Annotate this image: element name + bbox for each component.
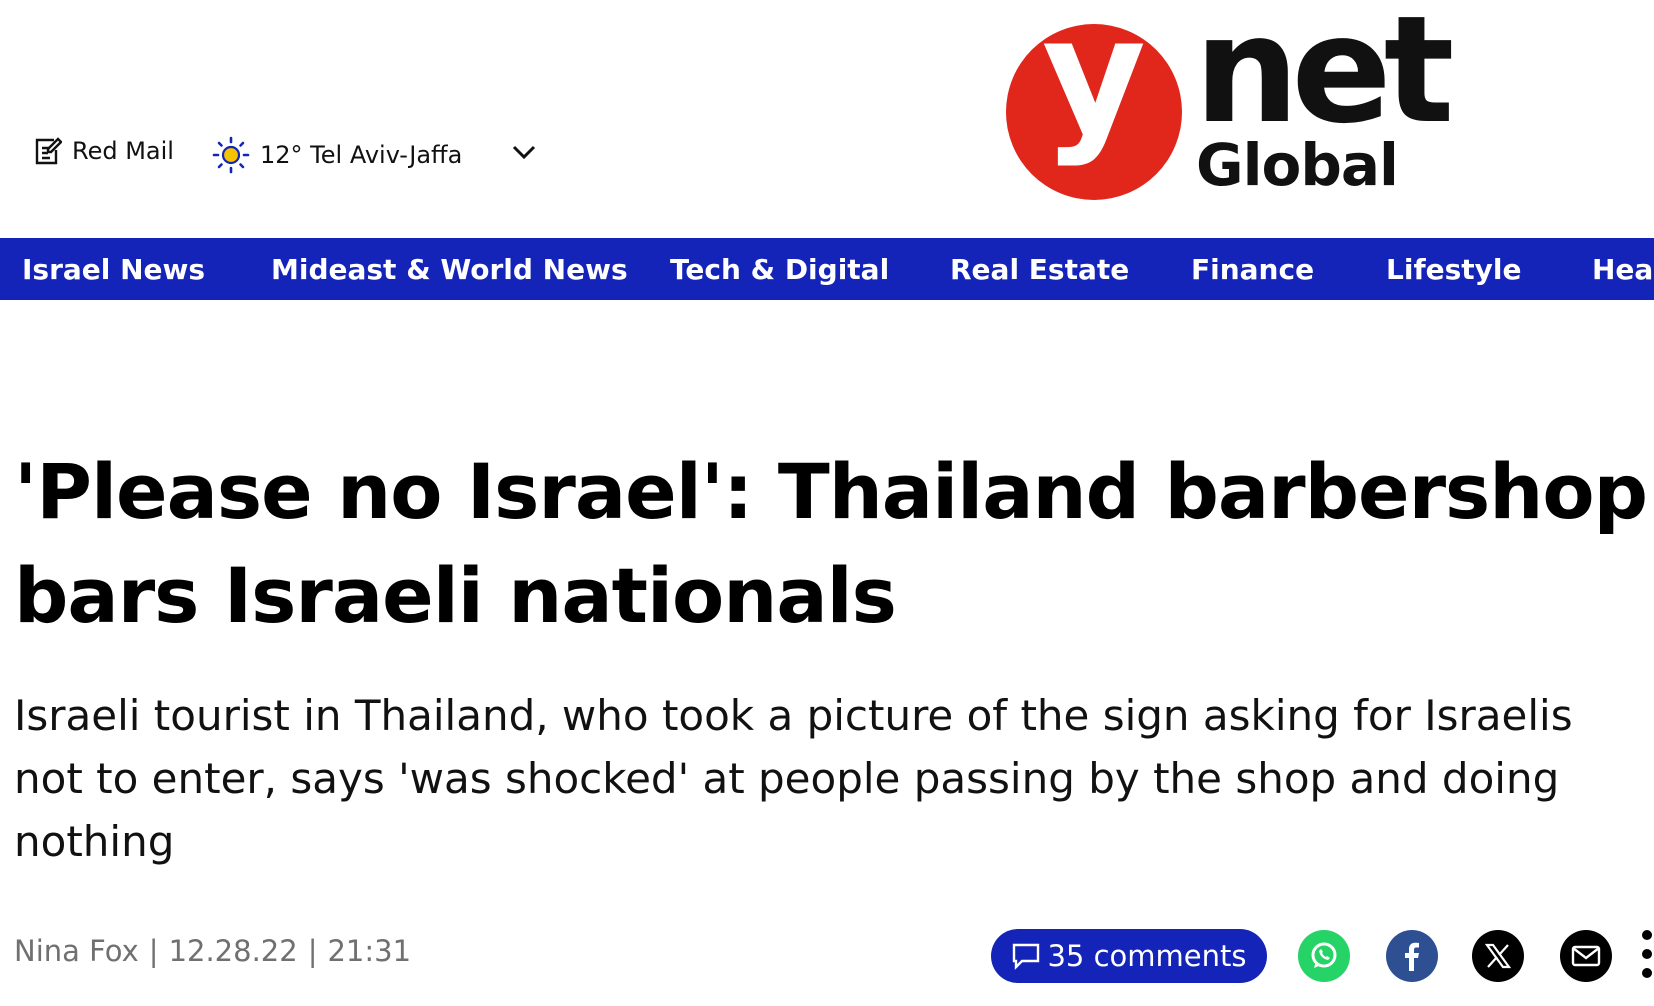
ynet-global-logo[interactable]: y net Global [1006, 0, 1454, 206]
x-share-button[interactable] [1472, 930, 1524, 982]
red-mail-label: Red Mail [72, 137, 174, 165]
logo-mark: y [1041, 0, 1147, 169]
nav-item-tech-digital[interactable]: Tech & Digital [670, 253, 889, 286]
red-mail-link[interactable]: Red Mail [34, 136, 174, 166]
email-icon [1571, 945, 1601, 967]
nav-item-finance[interactable]: Finance [1191, 253, 1314, 286]
nav-item-lifestyle[interactable]: Lifestyle [1386, 253, 1522, 286]
byline-separator: | [148, 934, 159, 968]
whatsapp-icon [1308, 940, 1340, 972]
publish-time: 21:31 [327, 934, 412, 968]
main-nav: Israel News Mideast & World News Tech & … [0, 238, 1654, 300]
comments-button[interactable]: 35 comments [991, 929, 1267, 983]
comments-label: 35 comments [1047, 939, 1247, 973]
article-subheading: Israeli tourist in Thailand, who took a … [14, 691, 1573, 866]
weather-label: 12° Tel Aviv-Jaffa [260, 141, 463, 169]
article-headline: 'Please no Israel': Thailand barbershop … [14, 440, 1654, 648]
headline-line-1: 'Please no Israel': Thailand barbershop [14, 447, 1648, 536]
facebook-icon [1400, 941, 1424, 971]
x-icon [1484, 942, 1512, 970]
nav-item-israel-news[interactable]: Israel News [22, 253, 205, 286]
nav-item-real-estate[interactable]: Real Estate [950, 253, 1129, 286]
nav-item-mideast-world-news[interactable]: Mideast & World News [271, 253, 628, 286]
site-header: Red Mail 12° Tel Aviv-Jaffa y net Global [0, 0, 1654, 238]
logo-word: net [1194, 0, 1454, 156]
byline-separator: | [307, 934, 318, 968]
comment-icon [1011, 942, 1041, 970]
headline-line-2: bars Israeli nationals [14, 551, 897, 640]
publish-date: 12.28.22 [168, 934, 298, 968]
weather-widget[interactable]: 12° Tel Aviv-Jaffa [212, 136, 462, 174]
facebook-share-button[interactable] [1386, 930, 1438, 982]
edit-icon [34, 136, 63, 166]
email-share-button[interactable] [1560, 930, 1612, 982]
byline: Nina Fox | 12.28.22 | 21:31 [14, 934, 411, 968]
whatsapp-share-button[interactable] [1298, 930, 1350, 982]
sun-icon [212, 136, 250, 174]
more-icon[interactable] [1640, 930, 1654, 986]
logo-sub: Global [1196, 131, 1399, 199]
logo-circle: y [1006, 0, 1182, 200]
chevron-down-icon[interactable] [510, 138, 538, 166]
author-name[interactable]: Nina Fox [14, 934, 139, 968]
nav-item-health[interactable]: Heal [1592, 253, 1654, 286]
